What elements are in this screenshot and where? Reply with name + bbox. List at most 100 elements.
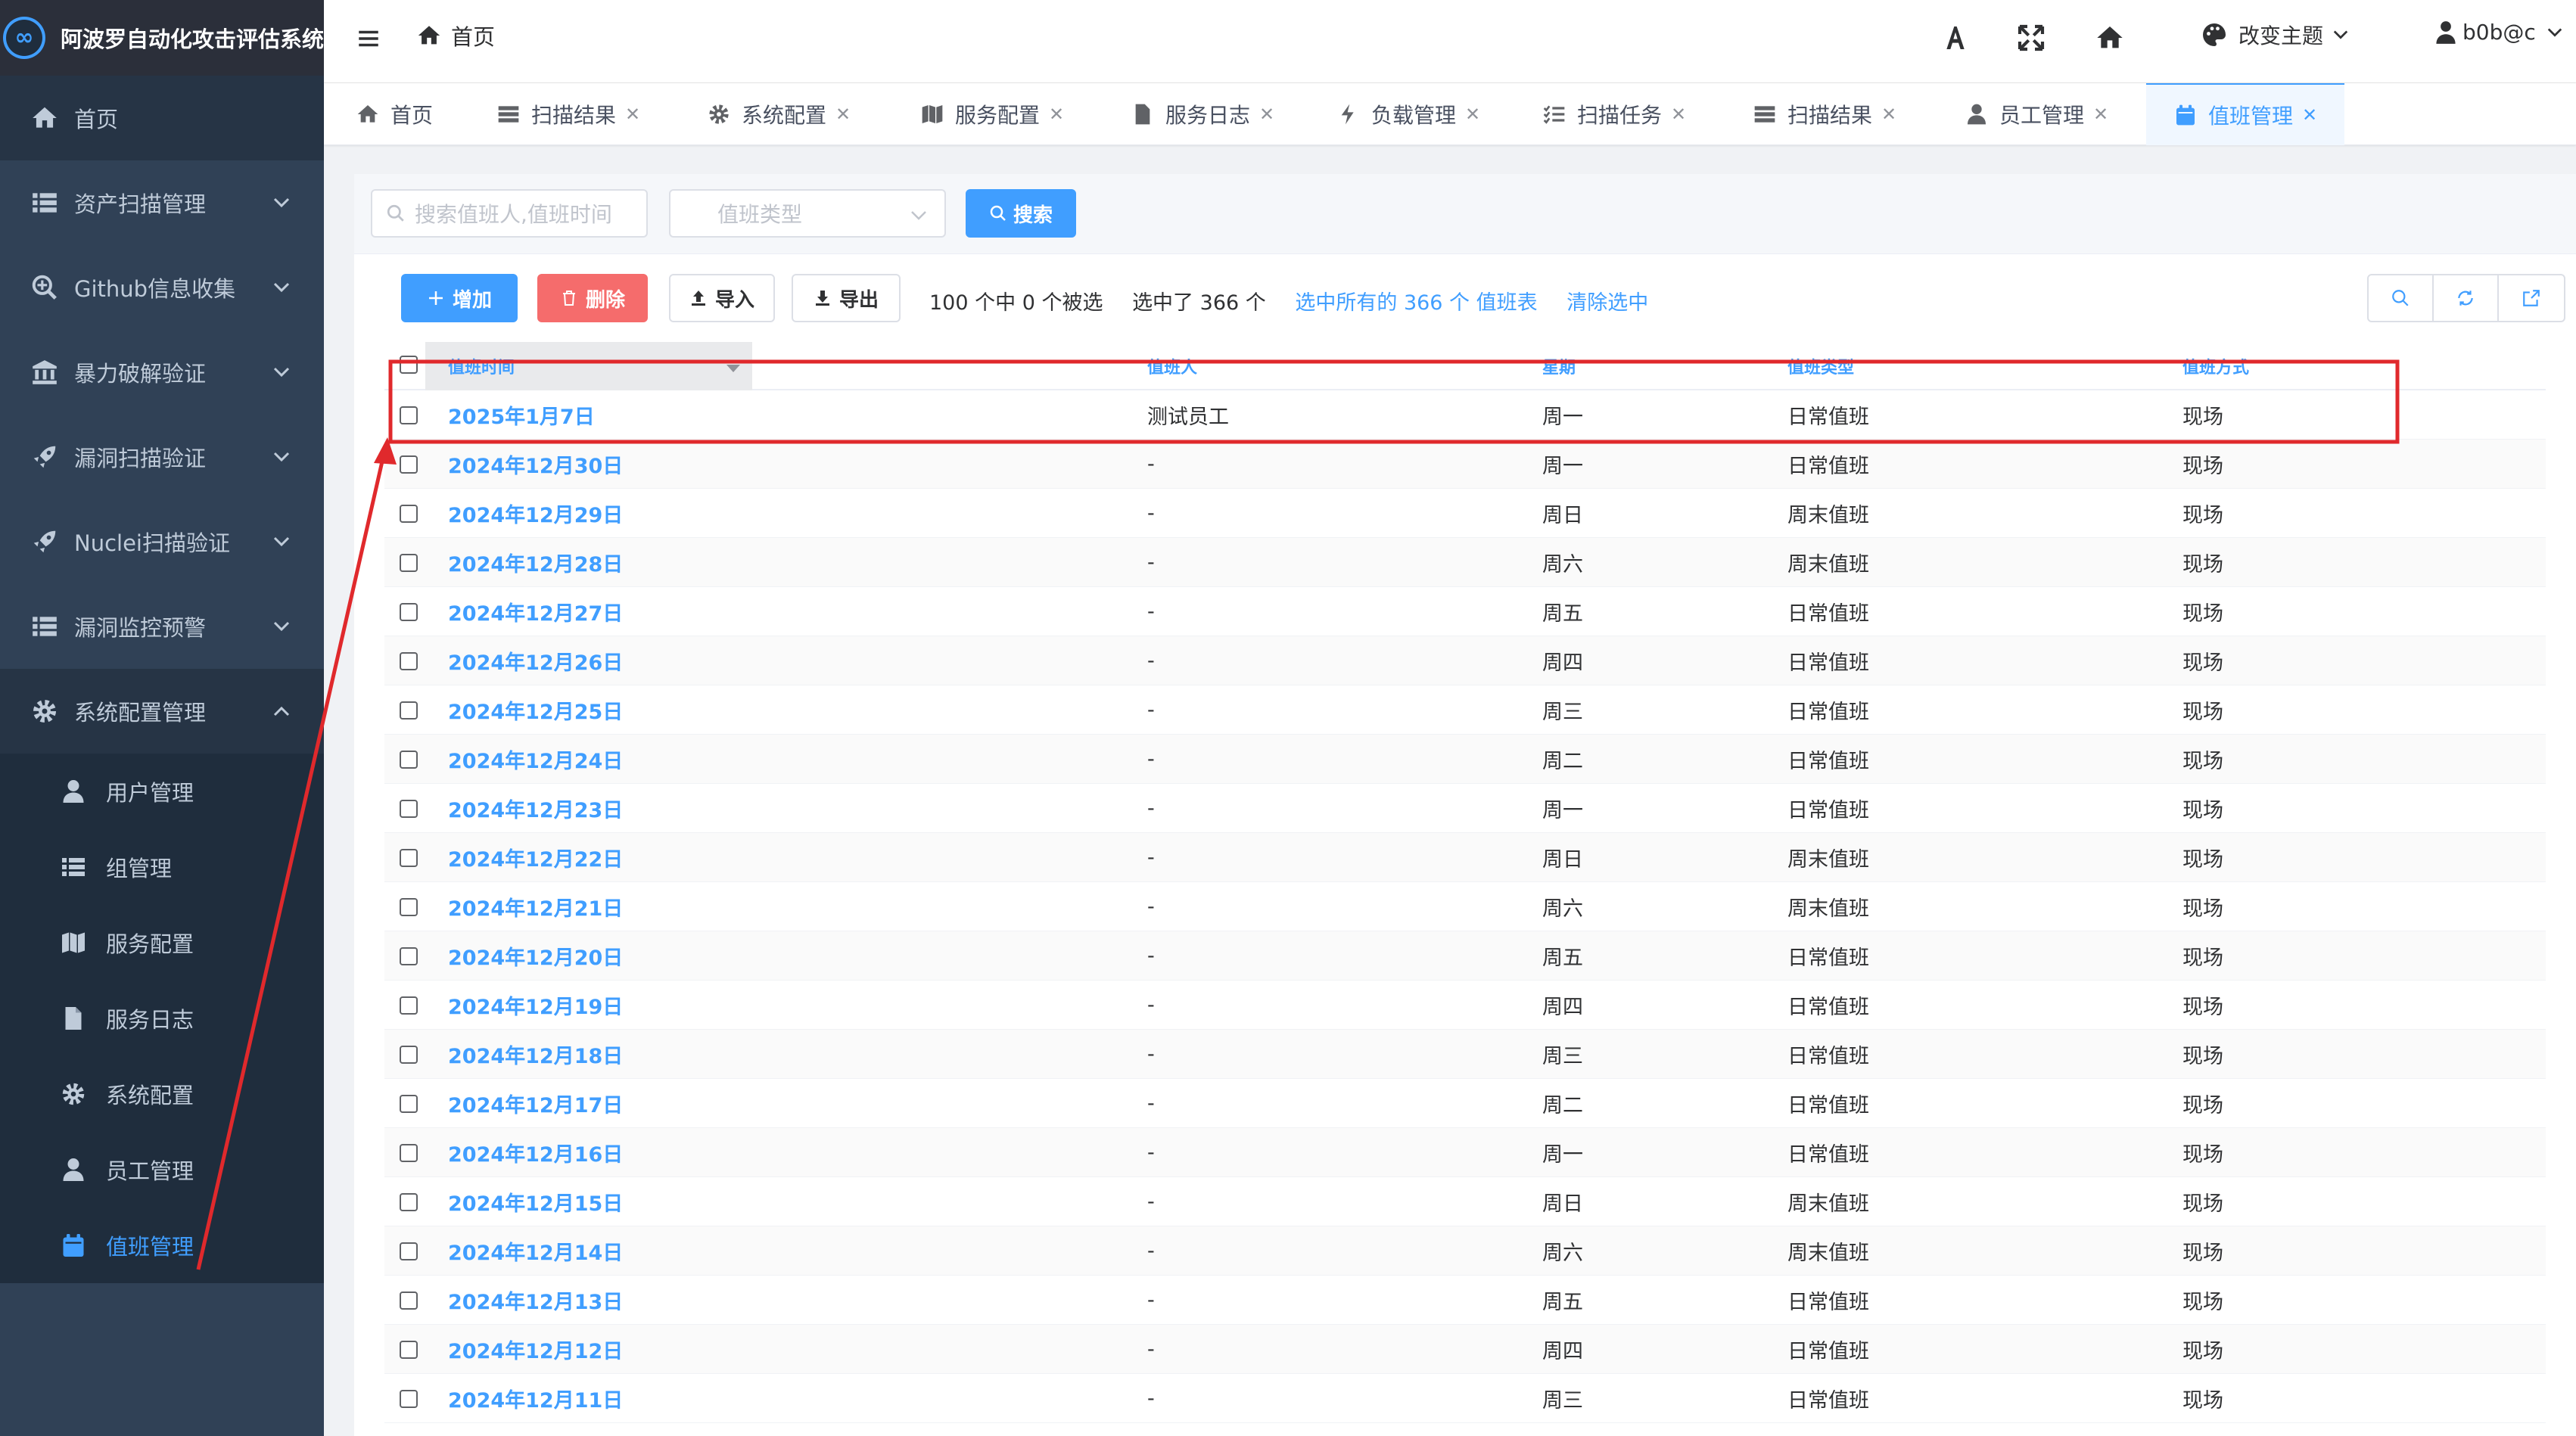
select-all-link[interactable]: 选中所有的 366 个 值班表 bbox=[1295, 291, 1537, 315]
table-row[interactable]: 2024年12月23日 - 周一 日常值班 现场 bbox=[384, 784, 2546, 833]
breadcrumb[interactable]: 首页 bbox=[416, 20, 495, 51]
duty-date-link[interactable]: 2025年1月7日 bbox=[448, 390, 595, 440]
sidebar-item-vuln-monitor[interactable]: 漏洞监控预警 bbox=[0, 584, 324, 669]
row-checkbox[interactable] bbox=[400, 1095, 418, 1113]
row-checkbox[interactable] bbox=[400, 1193, 418, 1211]
close-icon[interactable]: ✕ bbox=[1881, 104, 1896, 125]
duty-date-link[interactable]: 2024年12月18日 bbox=[448, 1030, 623, 1079]
duty-type-select[interactable]: 值班类型 bbox=[669, 189, 946, 238]
clear-selection-link[interactable]: 清除选中 bbox=[1566, 291, 1648, 315]
table-row[interactable]: 2024年12月29日 - 周日 周末值班 现场 bbox=[384, 489, 2546, 538]
duty-date-link[interactable]: 2024年12月29日 bbox=[448, 489, 623, 538]
row-checkbox[interactable] bbox=[400, 652, 418, 670]
close-icon[interactable]: ✕ bbox=[1671, 104, 1686, 125]
home-icon[interactable] bbox=[2095, 23, 2125, 53]
table-row[interactable]: 2024年12月12日 - 周四 日常值班 现场 bbox=[384, 1325, 2546, 1374]
row-checkbox[interactable] bbox=[400, 603, 418, 621]
duty-date-link[interactable]: 2024年12月26日 bbox=[448, 636, 623, 685]
duty-date-link[interactable]: 2024年12月11日 bbox=[448, 1374, 623, 1423]
close-icon[interactable]: ✕ bbox=[1465, 104, 1480, 125]
duty-date-link[interactable]: 2024年12月20日 bbox=[448, 931, 623, 981]
tab-service-log[interactable]: 服务日志 ✕ bbox=[1131, 83, 1274, 145]
row-checkbox[interactable] bbox=[400, 554, 418, 572]
row-checkbox[interactable] bbox=[400, 849, 418, 867]
row-checkbox[interactable] bbox=[400, 1046, 418, 1064]
row-checkbox[interactable] bbox=[400, 406, 418, 424]
row-checkbox[interactable] bbox=[400, 701, 418, 720]
duty-date-link[interactable]: 2024年12月28日 bbox=[448, 538, 623, 587]
column-duty-type[interactable]: 值班类型 bbox=[1787, 342, 1854, 390]
fullscreen-icon[interactable] bbox=[2016, 23, 2046, 53]
row-checkbox[interactable] bbox=[400, 751, 418, 769]
table-row[interactable]: 2024年12月17日 - 周二 日常值班 现场 bbox=[384, 1079, 2546, 1128]
tab-service-config[interactable]: 服务配置 ✕ bbox=[920, 83, 1064, 145]
duty-date-link[interactable]: 2024年12月19日 bbox=[448, 981, 623, 1030]
row-checkbox[interactable] bbox=[400, 1390, 418, 1408]
tab-load-management[interactable]: 负载管理 ✕ bbox=[1336, 83, 1480, 145]
table-row[interactable]: 2024年12月16日 - 周一 日常值班 现场 bbox=[384, 1128, 2546, 1177]
sidebar-item-github[interactable]: Github信息收集 bbox=[0, 245, 324, 330]
duty-date-link[interactable]: 2024年12月22日 bbox=[448, 833, 623, 882]
delete-button[interactable]: 删除 bbox=[537, 274, 648, 322]
table-row[interactable]: 2025年1月7日 测试员工 周一 日常值班 现场 bbox=[384, 390, 2546, 440]
theme-switcher[interactable]: 改变主题 bbox=[2201, 20, 2349, 50]
duty-date-link[interactable]: 2024年12月23日 bbox=[448, 784, 623, 833]
duty-date-link[interactable]: 2024年12月14日 bbox=[448, 1226, 623, 1276]
user-menu[interactable]: b0b@c bbox=[2435, 20, 2563, 45]
sidebar-item-user-management[interactable]: 用户管理 bbox=[0, 754, 324, 829]
export-button[interactable]: 导出 bbox=[792, 274, 901, 322]
sidebar-item-home[interactable]: 首页 bbox=[0, 76, 324, 160]
table-row[interactable]: 2024年12月22日 - 周日 周末值班 现场 bbox=[384, 833, 2546, 882]
duty-date-link[interactable]: 2024年12月12日 bbox=[448, 1325, 623, 1374]
duty-date-link[interactable]: 2024年12月21日 bbox=[448, 882, 623, 931]
export-table-button[interactable] bbox=[2499, 275, 2564, 321]
close-icon[interactable]: ✕ bbox=[835, 104, 851, 125]
close-icon[interactable]: ✕ bbox=[2093, 104, 2108, 125]
select-all-checkbox[interactable] bbox=[400, 356, 418, 374]
duty-date-link[interactable]: 2024年12月17日 bbox=[448, 1079, 623, 1128]
sidebar-item-brute-force[interactable]: 暴力破解验证 bbox=[0, 330, 324, 415]
import-button[interactable]: 导入 bbox=[669, 274, 775, 322]
table-row[interactable]: 2024年12月18日 - 周三 日常值班 现场 bbox=[384, 1030, 2546, 1079]
sidebar-item-system-config[interactable]: 系统配置管理 bbox=[0, 669, 324, 754]
table-row[interactable]: 2024年12月14日 - 周六 周末值班 现场 bbox=[384, 1226, 2546, 1276]
row-checkbox[interactable] bbox=[400, 996, 418, 1015]
table-row[interactable]: 2024年12月25日 - 周三 日常值班 现场 bbox=[384, 685, 2546, 735]
column-duty-mode[interactable]: 值班方式 bbox=[2182, 342, 2249, 390]
duty-date-link[interactable]: 2024年12月24日 bbox=[448, 735, 623, 784]
table-row[interactable]: 2024年12月21日 - 周六 周末值班 现场 bbox=[384, 882, 2546, 931]
row-checkbox[interactable] bbox=[400, 1291, 418, 1310]
table-row[interactable]: 2024年12月24日 - 周二 日常值班 现场 bbox=[384, 735, 2546, 784]
duty-date-link[interactable]: 2024年12月13日 bbox=[448, 1276, 623, 1325]
row-checkbox[interactable] bbox=[400, 800, 418, 818]
sidebar-item-group-management[interactable]: 组管理 bbox=[0, 829, 324, 905]
close-icon[interactable]: ✕ bbox=[1259, 104, 1274, 125]
row-checkbox[interactable] bbox=[400, 1144, 418, 1162]
tab-home[interactable]: 首页 bbox=[356, 83, 433, 145]
table-row[interactable]: 2024年12月13日 - 周五 日常值班 现场 bbox=[384, 1276, 2546, 1325]
refresh-button[interactable] bbox=[2434, 275, 2499, 321]
toggle-search-button[interactable] bbox=[2369, 275, 2434, 321]
column-weekday[interactable]: 星期 bbox=[1542, 342, 1576, 390]
duty-date-link[interactable]: 2024年12月15日 bbox=[448, 1177, 623, 1226]
row-checkbox[interactable] bbox=[400, 505, 418, 523]
tab-scan-tasks[interactable]: 扫描任务 ✕ bbox=[1542, 83, 1686, 145]
sidebar-item-service-config[interactable]: 服务配置 bbox=[0, 905, 324, 981]
row-checkbox[interactable] bbox=[400, 947, 418, 965]
tab-scan-results[interactable]: 扫描结果 ✕ bbox=[496, 83, 640, 145]
table-row[interactable]: 2024年12月30日 - 周一 日常值班 现场 bbox=[384, 440, 2546, 489]
row-checkbox[interactable] bbox=[400, 1242, 418, 1260]
sidebar-item-asset-scan[interactable]: 资产扫描管理 bbox=[0, 160, 324, 245]
row-checkbox[interactable] bbox=[400, 898, 418, 916]
table-row[interactable]: 2024年12月26日 - 周四 日常值班 现场 bbox=[384, 636, 2546, 685]
add-button[interactable]: 增加 bbox=[401, 274, 518, 322]
table-row[interactable]: 2024年12月20日 - 周五 日常值班 现场 bbox=[384, 931, 2546, 981]
table-row[interactable]: 2024年12月15日 - 周日 周末值班 现场 bbox=[384, 1177, 2546, 1226]
row-checkbox[interactable] bbox=[400, 455, 418, 474]
column-duty-time[interactable]: 值班时间 bbox=[425, 342, 752, 390]
search-button[interactable]: 搜索 bbox=[966, 189, 1076, 238]
sidebar-item-vuln-scan[interactable]: 漏洞扫描验证 bbox=[0, 415, 324, 499]
hamburger-icon[interactable] bbox=[356, 26, 381, 51]
table-row[interactable]: 2024年12月11日 - 周三 日常值班 现场 bbox=[384, 1374, 2546, 1423]
close-icon[interactable]: ✕ bbox=[1049, 104, 1064, 125]
